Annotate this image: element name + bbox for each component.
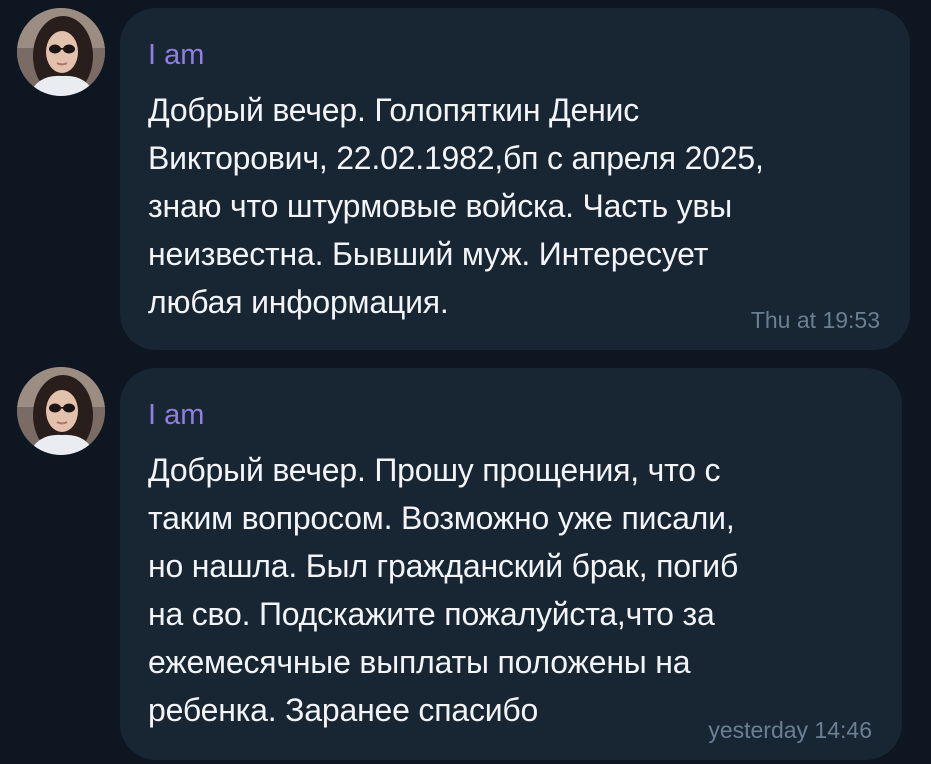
sender-avatar[interactable] (17, 8, 105, 96)
message-timestamp: Thu at 19:53 (750, 307, 880, 333)
sender-name[interactable]: I am (148, 398, 872, 432)
sender-avatar[interactable] (17, 367, 105, 455)
sender-name[interactable]: I am (148, 38, 880, 72)
user-avatar-icon (17, 367, 105, 455)
message-text: Добрый вечер. Голопяткин Денис Викторови… (148, 92, 764, 320)
user-avatar-icon (17, 8, 105, 96)
message-timestamp: yesterday 14:46 (708, 717, 872, 743)
message-bubble[interactable]: I am Добрый вечер. Голопяткин Денис Викт… (120, 8, 910, 350)
message-text: Добрый вечер. Прошу прощения, что с таки… (148, 452, 739, 728)
message-bubble[interactable]: I am Добрый вечер. Прошу прощения, что с… (120, 368, 902, 760)
